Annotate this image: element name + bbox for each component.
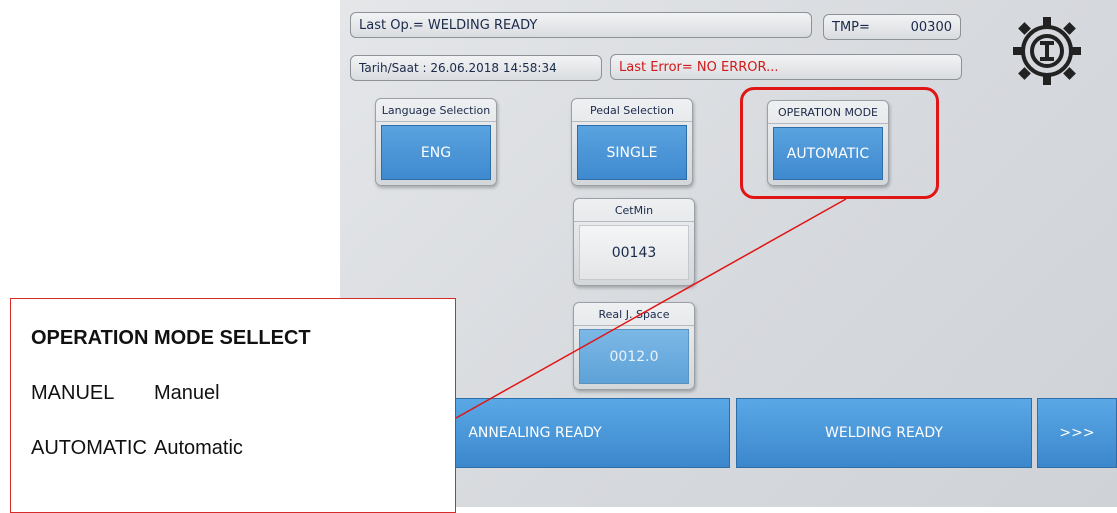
callout-row-key: AUTOMATIC	[31, 437, 147, 459]
callout-row-key: MANUEL	[31, 382, 115, 404]
callout-title: OPERATION MODE SELLECT	[31, 327, 311, 349]
cetmin-tile: CetMin 00143	[573, 198, 695, 286]
real-space-label: Real J. Space	[574, 303, 694, 326]
tmp-display: TMP= 00300	[823, 14, 961, 40]
hmi-screen: Last Op.= WELDING READY TMP= 00300 Tarih…	[340, 0, 1117, 507]
tmp-value: 00300	[910, 19, 952, 35]
real-space-tile: Real J. Space 0012.0	[573, 302, 695, 390]
operation-mode-highlight	[740, 87, 939, 199]
company-gear-logo-icon	[1013, 17, 1081, 85]
language-selection-button[interactable]: ENG	[381, 125, 491, 180]
operation-mode-callout: OPERATION MODE SELLECT MANUEL Manuel AUTO…	[10, 298, 456, 513]
last-error-text: Last Error= NO ERROR...	[619, 59, 779, 75]
callout-row-desc: Automatic	[154, 437, 243, 459]
callout-row-desc: Manuel	[154, 382, 220, 404]
welding-ready-button[interactable]: WELDING READY	[736, 398, 1032, 468]
language-selection-label: Language Selection	[376, 99, 496, 122]
tmp-label: TMP=	[832, 19, 870, 35]
next-page-button[interactable]: >>>	[1037, 398, 1117, 468]
pedal-selection-button[interactable]: SINGLE	[577, 125, 687, 180]
last-operation-text: Last Op.= WELDING READY	[359, 17, 538, 33]
real-space-value[interactable]: 0012.0	[579, 329, 689, 384]
cetmin-value[interactable]: 00143	[579, 225, 689, 280]
callout-row-automatic: AUTOMATIC Automatic	[31, 437, 243, 460]
datetime-text: Tarih/Saat : 26.06.2018 14:58:34	[359, 61, 557, 75]
datetime-bar: Tarih/Saat : 26.06.2018 14:58:34	[350, 55, 602, 81]
callout-row-manuel: MANUEL Manuel	[31, 382, 220, 405]
last-operation-bar: Last Op.= WELDING READY	[350, 12, 812, 38]
language-selection-tile: Language Selection ENG	[375, 98, 497, 186]
last-error-bar: Last Error= NO ERROR...	[610, 54, 962, 80]
pedal-selection-tile: Pedal Selection SINGLE	[571, 98, 693, 186]
pedal-selection-label: Pedal Selection	[572, 99, 692, 122]
cetmin-label: CetMin	[574, 199, 694, 222]
